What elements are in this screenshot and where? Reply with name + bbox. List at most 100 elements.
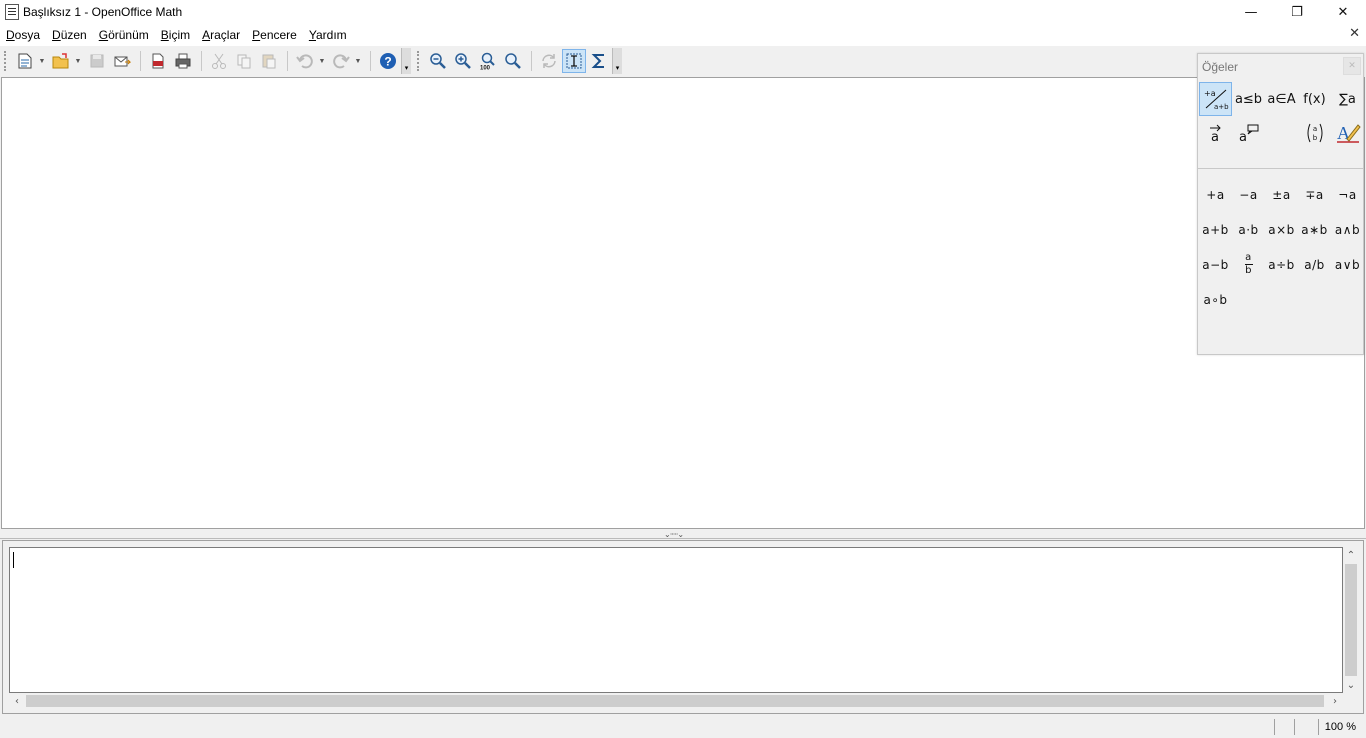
element-unary-plus[interactable]: +a bbox=[1199, 177, 1232, 212]
element-addition[interactable]: a+b bbox=[1199, 212, 1232, 247]
menu-view[interactable]: Görünüm bbox=[99, 28, 149, 42]
new-dropdown-arrow[interactable]: ▼ bbox=[38, 58, 46, 65]
scroll-up-arrow[interactable]: ⌃ bbox=[1343, 547, 1359, 563]
maximize-button[interactable]: ❐ bbox=[1274, 0, 1320, 24]
help-icon: ? bbox=[380, 53, 396, 69]
close-document-button[interactable]: ✕ bbox=[1349, 26, 1360, 41]
brackets-icon: ab bbox=[1307, 123, 1322, 143]
formula-cursor-button[interactable] bbox=[562, 49, 586, 73]
redo-button[interactable] bbox=[329, 49, 353, 73]
horizontal-scrollbar[interactable]: ‹ › bbox=[9, 693, 1343, 709]
category-attributes[interactable]: a bbox=[1199, 116, 1232, 150]
vertical-scrollbar[interactable]: ⌃ ⌄ bbox=[1343, 547, 1359, 693]
zoom-level[interactable]: 100 % bbox=[1325, 721, 1356, 733]
category-brackets[interactable]: ab bbox=[1298, 116, 1331, 150]
undo-button[interactable] bbox=[293, 49, 317, 73]
category-unary-binary-operators[interactable]: +a a+b bbox=[1199, 82, 1232, 116]
toolbar-grip[interactable] bbox=[4, 51, 7, 71]
menu-tools-mnemonic: A bbox=[202, 28, 211, 42]
zoom-out-button[interactable] bbox=[426, 49, 450, 73]
element-unary-minus[interactable]: −a bbox=[1232, 177, 1265, 212]
category-set-operations[interactable]: a∈A bbox=[1265, 82, 1298, 116]
window-title: Başlıksız 1 - OpenOffice Math bbox=[23, 5, 183, 19]
element-star-multiply[interactable]: a∗b bbox=[1298, 212, 1331, 247]
open-button[interactable] bbox=[49, 49, 73, 73]
element-concatenate[interactable]: a∘b bbox=[1199, 282, 1232, 317]
update-button[interactable] bbox=[537, 49, 561, 73]
undo-dropdown-arrow[interactable]: ▼ bbox=[318, 58, 326, 65]
show-all-icon bbox=[505, 53, 521, 69]
text-caret bbox=[13, 552, 14, 568]
menu-format[interactable]: Biçim bbox=[161, 28, 190, 42]
email-button[interactable] bbox=[110, 49, 134, 73]
svg-text:a: a bbox=[1211, 130, 1219, 143]
element-fraction[interactable]: a b bbox=[1232, 247, 1265, 282]
horizontal-scroll-thumb[interactable] bbox=[26, 695, 1324, 707]
element-minus-plus[interactable]: ∓a bbox=[1298, 177, 1331, 212]
element-plus-minus[interactable]: ±a bbox=[1265, 177, 1298, 212]
print-button[interactable] bbox=[171, 49, 195, 73]
copy-button[interactable] bbox=[232, 49, 256, 73]
category-formats[interactable]: A bbox=[1331, 116, 1364, 150]
menu-edit-mnemonic: D bbox=[52, 28, 61, 42]
splitter-grip[interactable]: ⌄·····⌄ bbox=[664, 530, 684, 539]
openoffice-math-icon bbox=[5, 4, 19, 20]
minimize-button[interactable]: — bbox=[1228, 0, 1274, 24]
element-cross-multiply[interactable]: a×b bbox=[1265, 212, 1298, 247]
category-empty-slot bbox=[1265, 116, 1298, 150]
element-boolean-and[interactable]: a∧b bbox=[1331, 212, 1364, 247]
toolbar-separator bbox=[201, 51, 202, 71]
export-pdf-button[interactable] bbox=[146, 49, 170, 73]
elements-panel-close-button[interactable]: ✕ bbox=[1343, 57, 1361, 75]
toolbar-more-button[interactable]: ▾ bbox=[612, 48, 622, 74]
update-icon bbox=[542, 54, 556, 68]
element-dot-multiply[interactable]: a·b bbox=[1232, 212, 1265, 247]
status-separator bbox=[1318, 719, 1319, 735]
menu-help[interactable]: Yardım bbox=[309, 28, 347, 42]
element-slash-division[interactable]: a/b bbox=[1298, 247, 1331, 282]
vertical-scroll-thumb[interactable] bbox=[1345, 564, 1357, 676]
element-subtraction[interactable]: a−b bbox=[1199, 247, 1232, 282]
paste-button[interactable] bbox=[257, 49, 281, 73]
scroll-left-arrow[interactable]: ‹ bbox=[9, 693, 25, 709]
redo-dropdown-arrow[interactable]: ▼ bbox=[354, 58, 362, 65]
category-operators[interactable]: ∑a bbox=[1331, 82, 1364, 116]
scroll-down-arrow[interactable]: ⌄ bbox=[1343, 677, 1359, 693]
element-boolean-not[interactable]: ¬a bbox=[1331, 177, 1364, 212]
email-icon bbox=[114, 56, 131, 67]
scroll-right-arrow[interactable]: › bbox=[1327, 693, 1343, 709]
show-all-button[interactable] bbox=[501, 49, 525, 73]
symbols-button[interactable] bbox=[587, 49, 611, 73]
category-others[interactable]: a bbox=[1232, 116, 1265, 150]
help-button[interactable]: ? bbox=[376, 49, 400, 73]
zoom-in-icon bbox=[455, 53, 471, 69]
command-input[interactable] bbox=[9, 547, 1343, 693]
close-button[interactable]: ✕ bbox=[1320, 0, 1366, 24]
unary-binary-operators-icon: +a a+b bbox=[1204, 89, 1229, 111]
zoom-100-button[interactable]: 100 bbox=[476, 49, 500, 73]
category-functions[interactable]: f(x) bbox=[1298, 82, 1331, 116]
cut-button[interactable] bbox=[207, 49, 231, 73]
export-pdf-icon bbox=[152, 53, 164, 69]
zoom-out-icon bbox=[430, 53, 446, 69]
formula-preview-canvas[interactable] bbox=[1, 77, 1365, 529]
toolbar-separator bbox=[140, 51, 141, 71]
element-categories: +a a+b a≤b a∈A f(x) ∑a a a ab A bbox=[1199, 82, 1362, 150]
new-button[interactable] bbox=[13, 49, 37, 73]
standard-toolbar: ▼ ▼ ▼ ▼ ? ▾ 100 ▾ bbox=[0, 46, 1196, 76]
menu-edit[interactable]: Düzen bbox=[52, 28, 87, 42]
pane-splitter[interactable]: ⌄·····⌄ bbox=[0, 529, 1366, 539]
menu-file[interactable]: Dosya bbox=[6, 28, 40, 42]
toolbar-separator bbox=[287, 51, 288, 71]
category-relations[interactable]: a≤b bbox=[1232, 82, 1265, 116]
menu-window[interactable]: Pencere bbox=[252, 28, 297, 42]
status-separator bbox=[1274, 719, 1275, 735]
element-boolean-or[interactable]: a∨b bbox=[1331, 247, 1364, 282]
zoom-in-button[interactable] bbox=[451, 49, 475, 73]
open-dropdown-arrow[interactable]: ▼ bbox=[74, 58, 82, 65]
toolbar-more-button[interactable]: ▾ bbox=[401, 48, 411, 74]
element-division[interactable]: a÷b bbox=[1265, 247, 1298, 282]
toolbar-grip[interactable] bbox=[417, 51, 420, 71]
menu-tools[interactable]: Araçlar bbox=[202, 28, 240, 42]
save-button[interactable] bbox=[85, 49, 109, 73]
